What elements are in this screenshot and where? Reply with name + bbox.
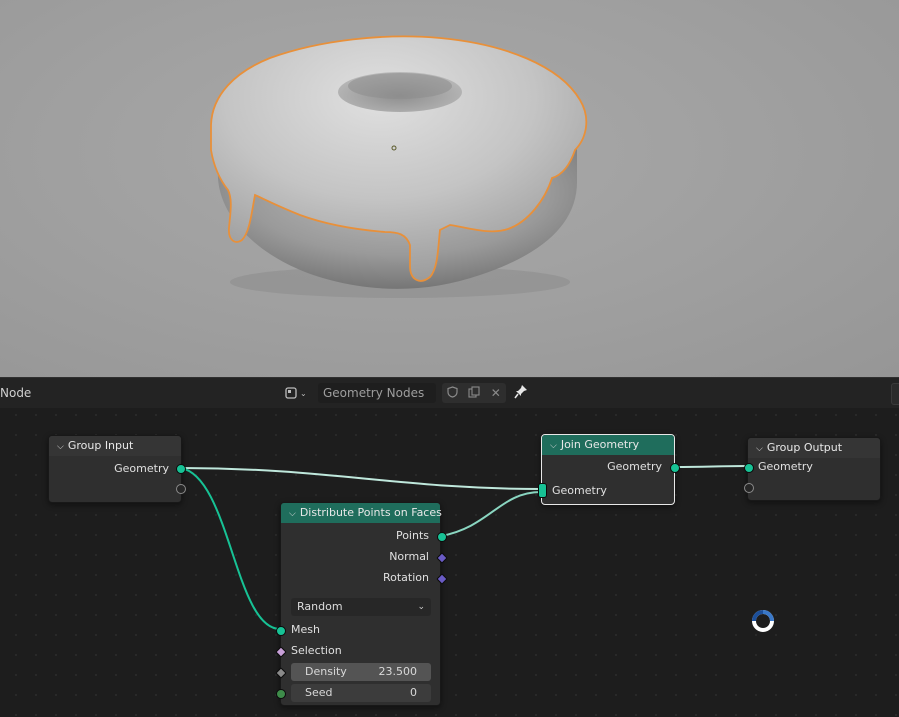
geometry-output-socket[interactable] xyxy=(670,463,680,473)
node-title: Group Input xyxy=(67,439,134,452)
density-field[interactable]: Density 23.500 xyxy=(291,663,431,681)
empty-input-socket[interactable] xyxy=(744,483,754,493)
input-label: Geometry xyxy=(552,484,607,497)
output-label: Geometry xyxy=(607,460,662,473)
node-header[interactable]: ⌵ Join Geometry xyxy=(542,435,674,455)
node-header[interactable]: ⌵ Distribute Points on Faces xyxy=(281,503,442,524)
geometry-input-socket[interactable] xyxy=(744,463,754,473)
rotation-output-label: Rotation xyxy=(382,571,429,584)
mesh-input-socket[interactable] xyxy=(276,626,286,636)
distribute-points-node[interactable]: ⌵ Distribute Points on Faces Points Norma… xyxy=(275,502,448,706)
loading-cursor-icon xyxy=(751,609,775,633)
chevron-down-icon[interactable]: ⌵ xyxy=(550,436,557,456)
points-output-socket[interactable] xyxy=(437,532,447,542)
density-label: Density xyxy=(305,665,347,678)
chevron-down-icon[interactable]: ⌵ xyxy=(57,437,64,457)
density-value: 23.500 xyxy=(378,665,418,678)
points-output-label: Points xyxy=(395,529,429,542)
output-label: Geometry xyxy=(114,462,169,475)
node-links xyxy=(180,465,748,630)
link-input-to-join xyxy=(180,467,542,490)
node-editor[interactable]: Node ⌄ Geometry Nodes ✕ ⌵ Group Input Ge… xyxy=(0,377,899,717)
node-title: Distribute Points on Faces xyxy=(299,506,442,519)
geometry-output-socket[interactable] xyxy=(176,464,186,474)
group-output-node[interactable]: ⌵ Group Output Geometry xyxy=(744,437,881,501)
selection-input-label: Selection xyxy=(291,644,342,657)
node-title: Group Output xyxy=(766,441,843,454)
chevron-down-icon[interactable]: ⌵ xyxy=(289,504,296,524)
group-input-node[interactable]: ⌵ Group Input Geometry xyxy=(48,435,186,503)
link-points-to-join xyxy=(440,491,542,537)
distribute-method-dropdown[interactable]: Random ⌄ xyxy=(291,598,431,616)
node-header[interactable]: ⌵ Group Output xyxy=(748,438,880,458)
node-title: Join Geometry xyxy=(560,438,640,451)
node-header[interactable]: ⌵ Group Input xyxy=(49,436,181,456)
link-join-to-output xyxy=(674,465,748,468)
empty-output-socket[interactable] xyxy=(176,484,186,494)
join-geometry-node[interactable]: ⌵ Join Geometry Geometry Geometry xyxy=(538,434,680,505)
seed-value: 0 xyxy=(410,686,417,699)
normal-output-label: Normal xyxy=(389,550,429,563)
seed-input-socket[interactable] xyxy=(276,689,286,699)
input-label: Geometry xyxy=(758,460,813,473)
chevron-down-icon[interactable]: ⌵ xyxy=(756,439,763,459)
link-input-to-distribute xyxy=(180,467,281,630)
seed-label: Seed xyxy=(305,686,333,699)
dropdown-value: Random xyxy=(297,600,343,613)
3d-viewport[interactable] xyxy=(0,0,899,377)
mesh-input-label: Mesh xyxy=(291,623,320,636)
geometry-multi-input-socket[interactable] xyxy=(538,483,547,498)
donut-model xyxy=(210,35,588,298)
seed-field[interactable]: Seed 0 xyxy=(291,684,431,702)
chevron-down-icon: ⌄ xyxy=(417,602,425,612)
